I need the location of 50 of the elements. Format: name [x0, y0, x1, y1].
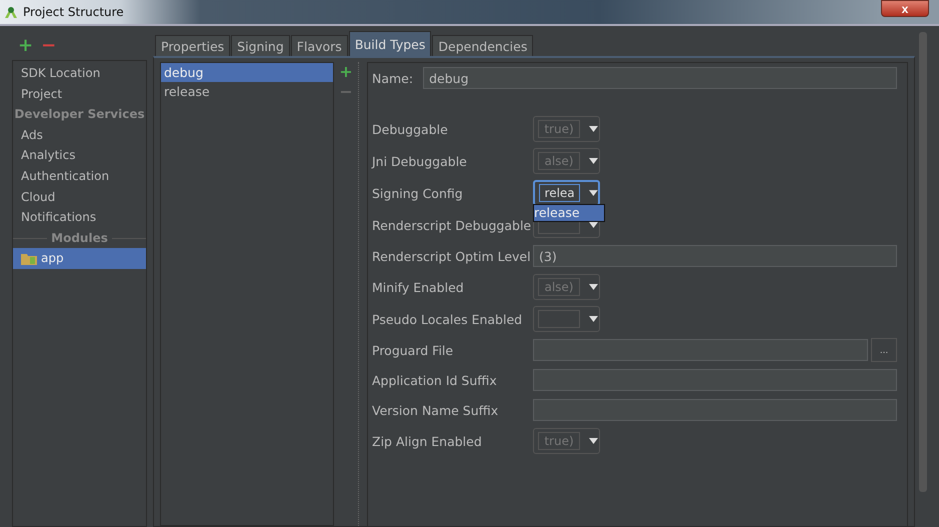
field-label: Proguard File: [372, 342, 454, 358]
sidebar-item[interactable]: Ads: [13, 124, 146, 146]
caret-icon: [589, 438, 598, 444]
field-label: Zip Align Enabled: [372, 434, 483, 448]
folder-icon: [21, 252, 37, 266]
input-field[interactable]: (3): [533, 245, 897, 267]
field-label: Version Name Suffix: [372, 402, 500, 418]
scrollbar[interactable]: [919, 32, 927, 492]
field-label: Renderscript Optim Level: [372, 248, 532, 264]
tab[interactable]: Signing: [231, 35, 290, 56]
field-label: Signing Config: [372, 186, 464, 200]
sidebar-item[interactable]: app: [13, 248, 146, 269]
field-label: Jni Debuggable: [372, 154, 468, 168]
sidebar-item[interactable]: Notifications: [13, 207, 146, 228]
dropdown[interactable]: relea: [533, 180, 600, 206]
input-field[interactable]: [533, 339, 868, 361]
close-button[interactable]: x: [881, 0, 929, 17]
android-icon: [4, 5, 18, 19]
input-field[interactable]: [533, 399, 897, 421]
caret-icon: [589, 284, 598, 290]
sidebar-item[interactable]: Analytics: [13, 145, 146, 166]
section-header: Developer Services: [13, 107, 146, 122]
field-label: Name:: [372, 70, 414, 86]
tab[interactable]: Build Types: [348, 31, 432, 56]
field-label: Pseudo Locales Enabled: [372, 312, 524, 326]
sidebar-item[interactable]: Authentication: [13, 166, 146, 187]
sidebar-item[interactable]: Project: [13, 84, 146, 104]
caret-icon: [589, 158, 598, 164]
sidebar-item[interactable]: SDK Location: [13, 63, 146, 84]
name-field[interactable]: debug: [423, 67, 897, 89]
tab[interactable]: Flavors: [290, 35, 348, 56]
field-label: Minify Enabled: [372, 280, 465, 294]
field-label: Debuggable: [372, 122, 449, 136]
menu-item[interactable]: release: [534, 205, 604, 221]
sidebar-item[interactable]: Cloud: [13, 186, 146, 208]
caret-icon: [589, 316, 598, 322]
browse-button[interactable]: ...: [871, 338, 897, 362]
section-header: Modules: [50, 231, 109, 246]
list-item[interactable]: release: [161, 82, 333, 101]
field-label: Renderscript Debuggable: [372, 218, 532, 232]
window-title: Project Structure: [23, 5, 124, 19]
list-item[interactable]: debug: [161, 63, 333, 82]
add-icon[interactable]: +: [18, 37, 34, 55]
tab[interactable]: Properties: [155, 35, 230, 56]
caret-icon: [589, 126, 598, 132]
add-icon[interactable]: +: [339, 64, 353, 80]
input-field[interactable]: [533, 369, 897, 391]
tab[interactable]: Dependencies: [432, 35, 534, 56]
caret-icon: [589, 190, 598, 196]
field-label: Application Id Suffix: [372, 372, 498, 388]
